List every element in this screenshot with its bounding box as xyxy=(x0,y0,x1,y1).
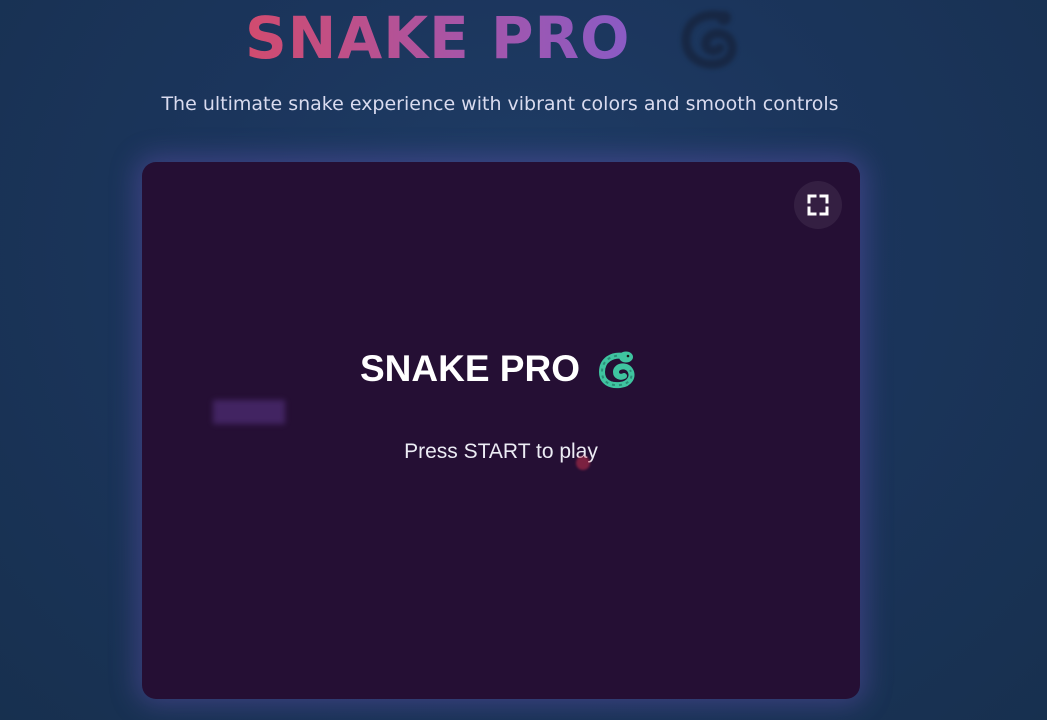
page-title: SNAKE PRO xyxy=(245,4,631,72)
board-title: SNAKE PRO xyxy=(360,348,580,389)
fullscreen-button[interactable] xyxy=(794,181,842,229)
expand-icon xyxy=(807,194,829,216)
snake-segment xyxy=(237,400,261,424)
food-pellet xyxy=(576,456,590,470)
snake-icon xyxy=(598,351,635,389)
snake-body xyxy=(213,400,285,424)
game-board[interactable]: SNAKE PRO Press START to play xyxy=(142,162,860,699)
snake-segment xyxy=(261,400,285,424)
snake-icon xyxy=(681,10,737,69)
snake-segment xyxy=(213,400,237,424)
start-prompt: Press START to play xyxy=(404,440,598,463)
subtitle: The ultimate snake experience with vibra… xyxy=(161,93,839,115)
